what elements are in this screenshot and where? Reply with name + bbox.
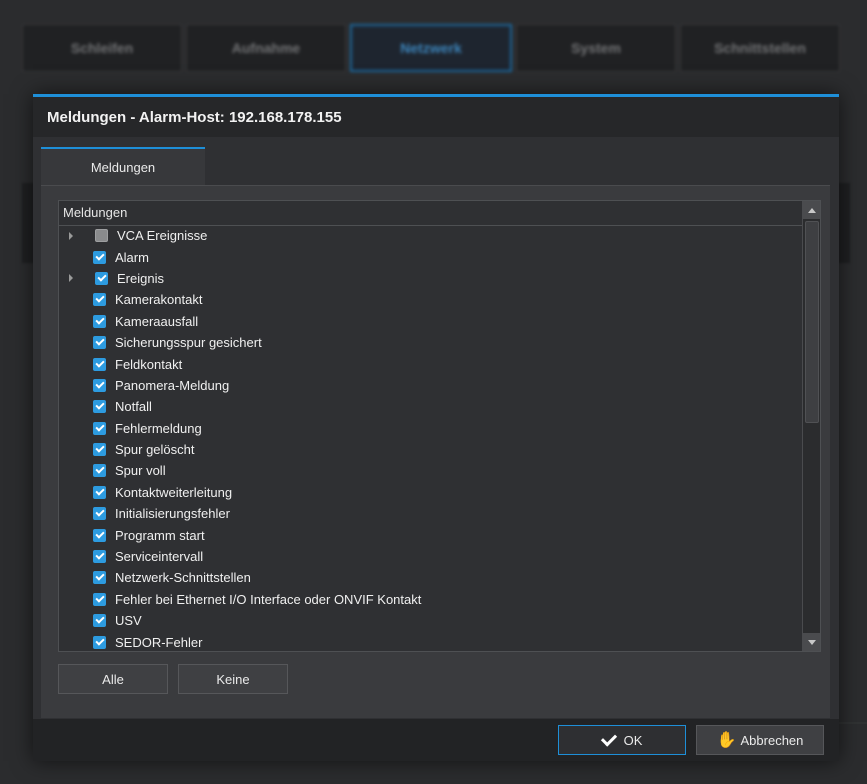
item-label: Spur voll	[115, 463, 166, 479]
item-label: Fehler bei Ethernet I/O Interface oder O…	[115, 591, 422, 607]
bg-tab-schleifen: Schleifen	[22, 24, 182, 72]
list-rows: VCA Ereignisse Alarm Ereignis Kamerakontakt…	[59, 225, 801, 653]
item-checkbox[interactable]	[93, 464, 106, 478]
item-checkbox[interactable]	[95, 229, 108, 243]
ok-button[interactable]: OK	[558, 725, 686, 755]
list-item[interactable]: Fehler bei Ethernet I/O Interface oder O…	[59, 589, 801, 610]
item-checkbox[interactable]	[93, 378, 106, 392]
select-none-button[interactable]: Keine	[178, 664, 288, 694]
list-item[interactable]: Fehlermeldung	[59, 418, 801, 439]
list-item[interactable]: Serviceintervall	[59, 546, 801, 567]
arrow-up-icon	[807, 207, 816, 213]
arrow-down-icon	[807, 639, 816, 645]
list-header: Meldungen	[59, 201, 820, 226]
item-checkbox[interactable]	[93, 443, 106, 457]
item-label: Feldkontakt	[115, 356, 183, 372]
list-item[interactable]: Initialisierungsfehler	[59, 503, 801, 524]
item-label: USV	[115, 613, 142, 629]
list-item[interactable]: Kamerakontakt	[59, 289, 801, 310]
meldungen-list: Meldungen VCA Ereignisse Alarm Ereignis Kam…	[58, 200, 821, 652]
item-checkbox[interactable]	[93, 592, 106, 606]
list-item[interactable]: VCA Ereignisse	[59, 225, 801, 246]
item-label: Notfall	[115, 399, 152, 415]
tab-panel: Meldungen VCA Ereignisse Alarm Ereignis Kam…	[41, 185, 830, 718]
bg-tab-system: System	[516, 24, 676, 72]
dialog-footer: OK ✋ Abbrechen	[33, 719, 839, 761]
select-all-button[interactable]: Alle	[58, 664, 168, 694]
background-tab-bar: Schleifen Aufnahme Netzwerk System Schni…	[22, 24, 840, 72]
item-checkbox[interactable]	[93, 614, 106, 628]
item-label: VCA Ereignisse	[117, 228, 208, 244]
list-item[interactable]: Spur voll	[59, 460, 801, 481]
item-checkbox[interactable]	[93, 357, 106, 371]
item-checkbox[interactable]	[93, 421, 106, 435]
list-item[interactable]: Ereignis	[59, 268, 801, 289]
expand-arrow-icon[interactable]	[69, 231, 73, 240]
item-checkbox[interactable]	[93, 336, 106, 350]
cancel-label: Abbrechen	[740, 732, 804, 748]
scroll-down-button[interactable]	[803, 633, 820, 651]
scroll-thumb[interactable]	[805, 221, 819, 423]
item-label: Initialisierungsfehler	[115, 506, 230, 522]
list-item[interactable]: Panomera-Meldung	[59, 375, 801, 396]
list-item[interactable]: Notfall	[59, 396, 801, 417]
item-checkbox[interactable]	[93, 250, 106, 264]
meldungen-dialog: Meldungen - Alarm-Host: 192.168.178.155 …	[33, 94, 839, 761]
list-item[interactable]: USV	[59, 610, 801, 631]
item-label: Alarm	[115, 249, 149, 265]
item-checkbox[interactable]	[93, 400, 106, 414]
dialog-tabstrip: Meldungen	[41, 147, 205, 185]
ok-label: OK	[623, 732, 643, 748]
list-item[interactable]: Kontaktweiterleitung	[59, 482, 801, 503]
item-checkbox[interactable]	[93, 635, 106, 649]
dialog-title: Meldungen - Alarm-Host: 192.168.178.155	[33, 97, 839, 137]
expand-arrow-icon[interactable]	[69, 274, 73, 283]
item-checkbox[interactable]	[93, 314, 106, 328]
item-checkbox[interactable]	[93, 485, 106, 499]
list-item[interactable]: Netzwerk-Schnittstellen	[59, 567, 801, 588]
bg-tab-netzwerk: Netzwerk	[350, 24, 512, 72]
list-item[interactable]: Kameraausfall	[59, 311, 801, 332]
item-label: SEDOR-Fehler	[115, 634, 203, 650]
item-label: Programm start	[115, 527, 205, 543]
bg-tab-schnittstellen: Schnittstellen	[680, 24, 840, 72]
item-label: Kameraausfall	[115, 313, 199, 329]
item-label: Spur gelöscht	[115, 442, 195, 458]
item-label: Panomera-Meldung	[115, 377, 230, 393]
list-item[interactable]: Feldkontakt	[59, 353, 801, 374]
list-item[interactable]: Programm start	[59, 524, 801, 545]
item-label: Netzwerk-Schnittstellen	[115, 570, 251, 586]
item-checkbox[interactable]	[93, 571, 106, 585]
item-checkbox[interactable]	[93, 293, 106, 307]
item-checkbox[interactable]	[95, 271, 108, 285]
item-label: Fehlermeldung	[115, 420, 202, 436]
item-label: Sicherungsspur gesichert	[115, 335, 262, 351]
item-label: Ereignis	[117, 270, 164, 286]
item-checkbox[interactable]	[93, 528, 106, 542]
list-item[interactable]: Sicherungsspur gesichert	[59, 332, 801, 353]
scroll-up-button[interactable]	[803, 201, 820, 219]
cancel-button[interactable]: ✋ Abbrechen	[696, 725, 824, 755]
checkmark-icon	[600, 729, 617, 747]
item-checkbox[interactable]	[93, 550, 106, 564]
hand-icon: ✋	[716, 732, 737, 749]
item-checkbox[interactable]	[93, 507, 106, 521]
list-item[interactable]: Spur gelöscht	[59, 439, 801, 460]
bg-tab-aufnahme: Aufnahme	[186, 24, 346, 72]
item-label: Kontaktweiterleitung	[115, 484, 233, 500]
tab-meldungen[interactable]: Meldungen	[41, 147, 205, 185]
item-label: Serviceintervall	[115, 549, 204, 565]
list-item[interactable]: Alarm	[59, 246, 801, 267]
vertical-scrollbar[interactable]	[802, 201, 820, 651]
list-item[interactable]: SEDOR-Fehler	[59, 631, 801, 652]
item-label: Kamerakontakt	[115, 292, 203, 308]
